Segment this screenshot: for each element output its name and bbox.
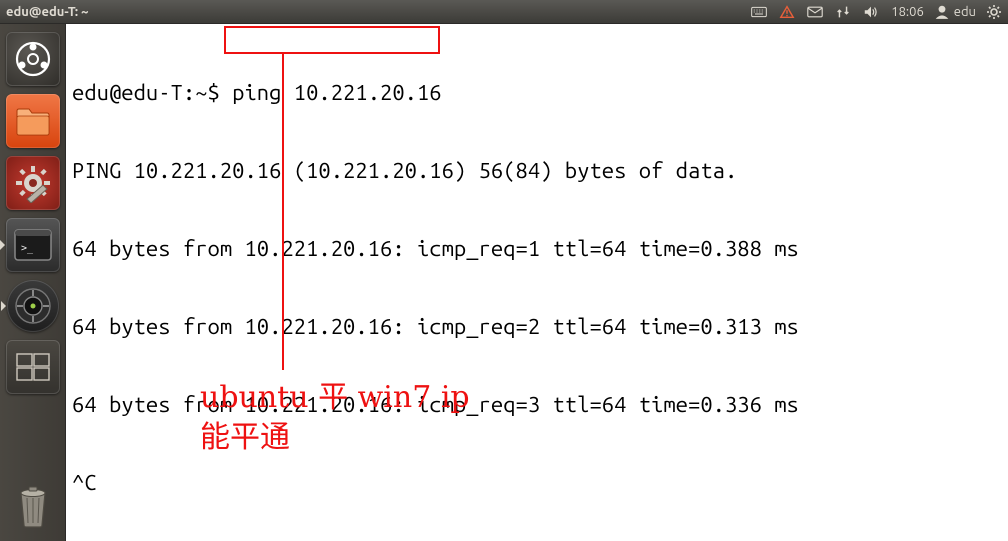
launcher-dash[interactable] xyxy=(6,32,60,86)
mail-indicator-icon[interactable] xyxy=(807,4,823,20)
clock-indicator[interactable]: 18:06 xyxy=(891,5,924,19)
terminal-line: PING 10.221.20.16 (10.221.20.16) 56(84) … xyxy=(72,158,1002,184)
terminal-line: 64 bytes from 10.221.20.16: icmp_req=2 t… xyxy=(72,314,1002,340)
terminal[interactable]: edu@edu-T:~$ ping 10.221.20.16 PING 10.2… xyxy=(66,24,1008,541)
launcher-workspace[interactable] xyxy=(6,340,60,394)
launcher-files[interactable] xyxy=(6,94,60,148)
launcher-settings[interactable] xyxy=(6,156,60,210)
terminal-line: edu@edu-T:~$ ping 10.221.20.16 xyxy=(72,80,1002,106)
svg-text:>_: >_ xyxy=(21,243,34,254)
user-indicator[interactable]: edu xyxy=(934,4,976,20)
user-name: edu xyxy=(954,5,976,19)
terminal-line: 64 bytes from 10.221.20.16: icmp_req=1 t… xyxy=(72,236,1002,262)
window-title: edu@edu-T: ~ xyxy=(6,5,89,19)
launcher: >_ xyxy=(0,24,66,541)
warning-indicator-icon[interactable] xyxy=(779,4,795,20)
launcher-terminal[interactable]: >_ xyxy=(6,218,60,272)
session-indicator-icon[interactable] xyxy=(986,4,1002,20)
prompt: edu@edu-T:~$ xyxy=(72,80,232,105)
terminal-line: 64 bytes from 10.221.20.16: icmp_req=3 t… xyxy=(72,392,1002,418)
launcher-vault[interactable] xyxy=(7,280,59,332)
sound-indicator-icon[interactable] xyxy=(863,4,879,20)
command: ping 10.221.20.16 xyxy=(232,80,441,105)
terminal-line: ^C xyxy=(72,470,1002,496)
top-panel: edu@edu-T: ~ 18:06 edu xyxy=(0,0,1008,24)
keyboard-indicator-icon[interactable] xyxy=(751,4,767,20)
launcher-trash[interactable] xyxy=(9,479,57,531)
network-indicator-icon[interactable] xyxy=(835,4,851,20)
